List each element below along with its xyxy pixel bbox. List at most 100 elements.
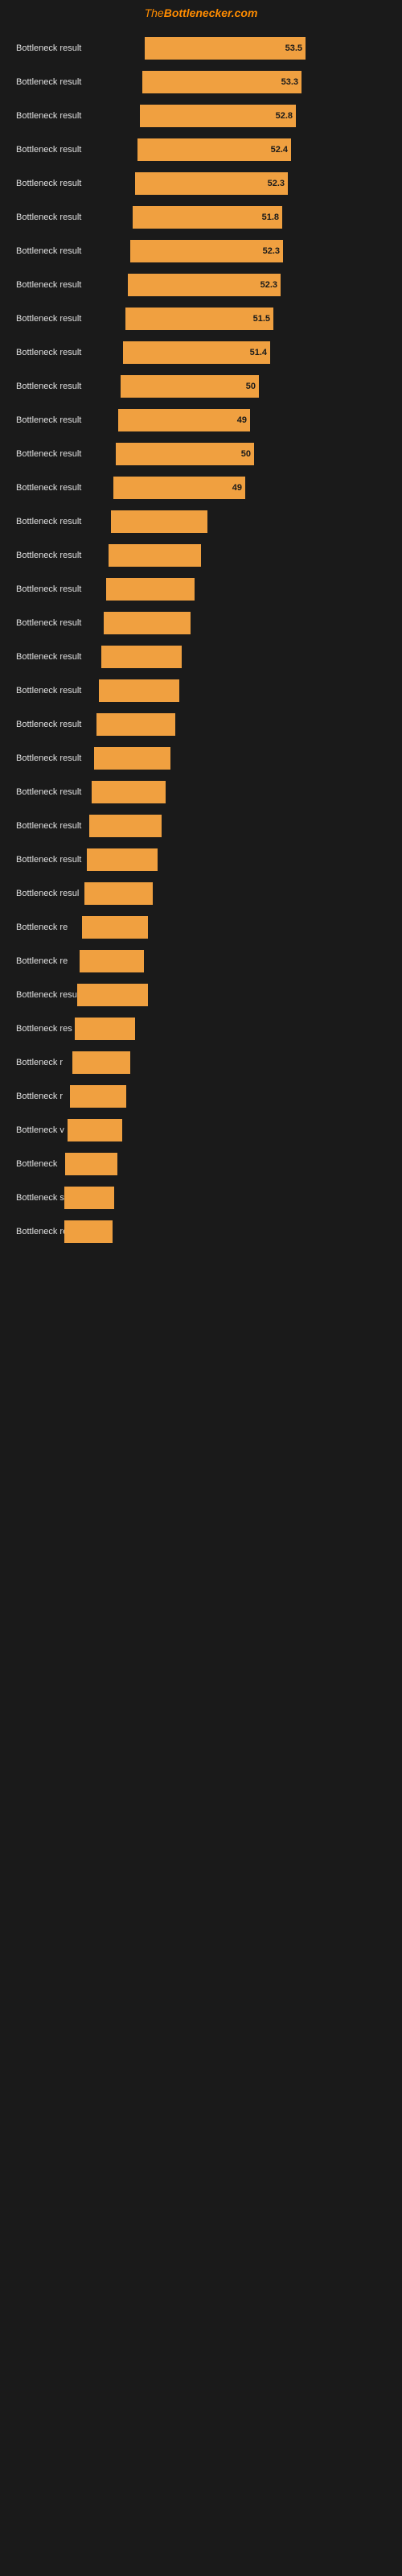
bar-label: Bottleneck result <box>16 314 125 324</box>
bar <box>64 1220 113 1243</box>
bar-row: Bottleneck r <box>16 1082 386 1111</box>
bar-wrapper <box>77 980 386 1009</box>
bar-label: Bottleneck result <box>16 821 89 831</box>
bar: 53.3 <box>142 71 302 93</box>
bar <box>109 544 201 567</box>
bar-wrapper <box>65 1150 386 1179</box>
bar-wrapper <box>111 507 386 536</box>
bar-wrapper <box>75 1014 386 1043</box>
bar-value: 51.8 <box>262 213 279 222</box>
bar-row: Bottleneck result 50 <box>16 440 386 469</box>
site-prefix: The <box>145 6 164 19</box>
bar <box>75 1018 135 1040</box>
bar: 49 <box>113 477 245 499</box>
bar <box>89 815 162 837</box>
bar-label: Bottleneck result <box>16 213 133 222</box>
bar-label: Bottleneck r <box>16 1058 72 1067</box>
bar <box>72 1051 130 1074</box>
bar-wrapper <box>101 642 386 671</box>
bar-row: Bottleneck result <box>16 676 386 705</box>
bar-wrapper <box>106 575 386 604</box>
bar <box>99 679 179 702</box>
bar-label: Bottleneck result <box>16 449 116 459</box>
bar-label: Bottleneck result <box>16 246 130 256</box>
bar-row: Bottleneck v <box>16 1116 386 1145</box>
bar <box>111 510 207 533</box>
bar-wrapper: 50 <box>121 372 386 401</box>
bar-wrapper <box>92 778 386 807</box>
bar-row: Bottleneck result51.4 <box>16 338 386 367</box>
bar <box>106 578 195 601</box>
bar-row: Bottleneck re <box>16 1217 386 1246</box>
bar-row: Bottleneck result <box>16 575 386 604</box>
bar-label: Bottleneck result <box>16 551 109 560</box>
bar: 52.3 <box>128 274 281 296</box>
bar <box>87 848 158 871</box>
bar-label: Bottleneck result <box>16 415 118 425</box>
bar-wrapper <box>99 676 386 705</box>
bar-label: Bottleneck result <box>16 111 140 121</box>
bar-label: Bottleneck r <box>16 1092 70 1101</box>
bar-row: Bottleneck result 51.8 <box>16 203 386 232</box>
bar-wrapper <box>72 1048 386 1077</box>
bar-wrapper <box>104 609 386 638</box>
bar-wrapper <box>64 1183 386 1212</box>
bar <box>92 781 166 803</box>
bar <box>68 1119 122 1141</box>
bar <box>94 747 170 770</box>
bar: 49 <box>118 409 250 431</box>
bar-row: Bottleneck re <box>16 913 386 942</box>
bar: 51.4 <box>123 341 270 364</box>
bar-value: 52.3 <box>268 179 285 188</box>
bar-wrapper: 49 <box>118 406 386 435</box>
bar-label: Bottleneck <box>16 1159 65 1169</box>
bar-value: 49 <box>237 415 247 425</box>
bar-label: Bottleneck result <box>16 348 123 357</box>
bar-wrapper: 52.4 <box>137 135 386 164</box>
bar-row: Bottleneck result <box>16 811 386 840</box>
bar-label: Bottleneck result <box>16 77 142 87</box>
bar-label: Bottleneck result <box>16 145 137 155</box>
bar-label: Bottleneck result <box>16 280 128 290</box>
bar-row: Bottleneck <box>16 1150 386 1179</box>
bar-value: 50 <box>241 449 251 459</box>
bar-row: Bottleneck result <box>16 642 386 671</box>
bar-wrapper <box>64 1217 386 1246</box>
bar-row: Bottleneck result49 <box>16 473 386 502</box>
bar-label: Bottleneck resul <box>16 889 84 898</box>
bar-label: Bottleneck result <box>16 990 77 1000</box>
bar-label: Bottleneck result <box>16 618 104 628</box>
bar: 52.3 <box>135 172 288 195</box>
bar-wrapper <box>82 913 386 942</box>
bar-row: Bottleneck result50 <box>16 372 386 401</box>
bar-row: Bottleneck result51.5 <box>16 304 386 333</box>
bar-row: Bottleneck s <box>16 1183 386 1212</box>
bar: 52.8 <box>140 105 296 127</box>
bar-label: Bottleneck result <box>16 43 145 53</box>
bar-label: Bottleneck result <box>16 720 96 729</box>
bar-wrapper <box>109 541 386 570</box>
bar-wrapper: 52.3 <box>135 169 386 198</box>
bar-wrapper <box>80 947 386 976</box>
bar-row: Bottleneck result 49 <box>16 406 386 435</box>
bar-value: 49 <box>232 483 242 493</box>
bar <box>80 950 144 972</box>
bar-row: Bottleneck re <box>16 947 386 976</box>
site-name: Bottlenecker.com <box>164 6 258 19</box>
bar-wrapper: 51.5 <box>125 304 386 333</box>
bar: 50 <box>121 375 259 398</box>
bar-row: Bottleneck result <box>16 507 386 536</box>
bar-value: 52.4 <box>271 145 288 155</box>
bar-value: 53.5 <box>285 43 302 53</box>
bar-wrapper <box>84 879 386 908</box>
bar-row: Bottleneck result52.3 <box>16 270 386 299</box>
bar-row: Bottleneck result52.8 <box>16 101 386 130</box>
bar <box>64 1187 114 1209</box>
bar-row: Bottleneck result 53.5 <box>16 34 386 63</box>
bar-row: Bottleneck result <box>16 541 386 570</box>
bar-wrapper: 52.3 <box>128 270 386 299</box>
bar-row: Bottleneck r <box>16 1048 386 1077</box>
bar <box>70 1085 126 1108</box>
bar-label: Bottleneck re <box>16 923 82 932</box>
bar-wrapper <box>96 710 386 739</box>
